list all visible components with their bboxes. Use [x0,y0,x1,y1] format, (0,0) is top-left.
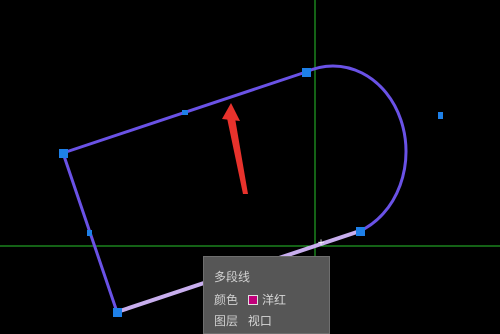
vertex-grip-top[interactable] [302,68,311,77]
color-value: 洋红 [262,293,287,307]
cursor-plus-icon: + [317,238,325,248]
midpoint-grip-arc[interactable] [438,112,443,119]
midpoint-grip-top[interactable] [182,110,188,115]
color-swatch [248,295,258,305]
vertex-grip-right[interactable] [356,227,365,236]
vertex-grip-left[interactable] [59,149,68,158]
layer-label: 图层 [214,314,239,328]
midpoint-grip-left[interactable] [87,230,92,236]
properties-tooltip: 多段线 颜色 洋红 图层 视口 [203,256,330,334]
vertex-grip-bottom[interactable] [113,308,122,317]
tooltip-row-color: 颜色 洋红 [214,292,286,308]
tooltip-title: 多段线 [214,270,251,284]
color-label: 颜色 [214,293,239,307]
layer-value: 视口 [247,314,272,328]
tooltip-row-layer: 图层 视口 [214,313,272,329]
